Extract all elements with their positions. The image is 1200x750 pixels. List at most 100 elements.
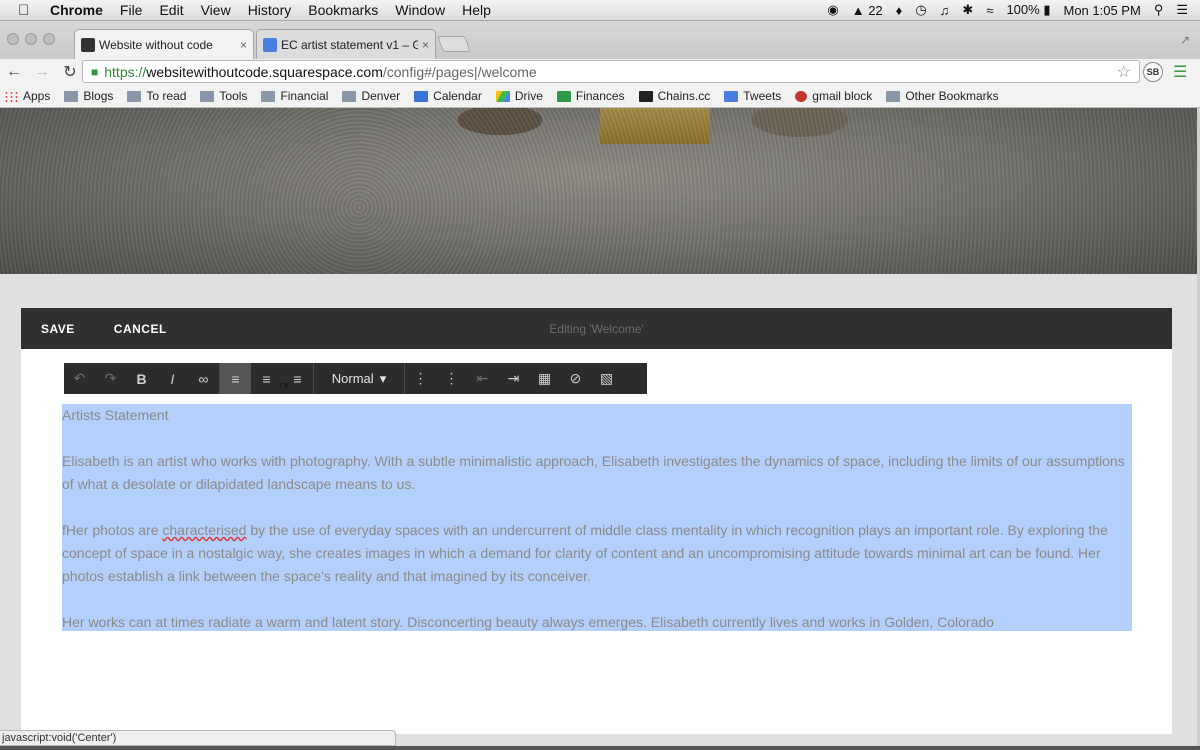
tab-close-icon[interactable]: ×	[240, 38, 247, 52]
ordered-list-icon[interactable]: ⋮	[405, 363, 436, 394]
tab-website-without-code[interactable]: Website without code ×	[74, 29, 254, 59]
menu-edit[interactable]: Edit	[159, 2, 183, 18]
bookmark-label: Finances	[575, 89, 625, 103]
bookmark-calendar[interactable]: Calendar	[414, 89, 482, 103]
notif-count: 22	[868, 2, 883, 18]
folder-icon	[64, 90, 79, 102]
address-bar[interactable]: ■ https:// websitewithoutcode.squarespac…	[82, 60, 1140, 83]
spotlight-icon[interactable]: ⚲	[1154, 2, 1164, 18]
bell-icon[interactable]: ♦	[896, 3, 903, 18]
menu-chrome[interactable]: Chrome	[50, 2, 103, 18]
browser-toolbar: ← → ↻ ■ https:// websitewithoutcode.squa…	[0, 59, 1200, 85]
battery-status[interactable]: 100% ▮	[1006, 2, 1050, 18]
tab-title: EC artist statement v1 – G	[281, 37, 418, 52]
content-title[interactable]: Artists Statement	[62, 404, 1132, 427]
indent-icon[interactable]: ⇥	[498, 363, 529, 394]
content-paragraph-2[interactable]: fHer photos are characterised by the use…	[62, 519, 1132, 588]
extension-sb-icon[interactable]: SB	[1143, 62, 1163, 82]
chrome-menu-icon[interactable]: ☰	[1173, 62, 1187, 82]
chains-icon	[638, 90, 653, 102]
save-button[interactable]: SAVE	[41, 322, 75, 336]
rich-text-content[interactable]: Artists Statement Elisabeth is an artist…	[62, 404, 1132, 657]
list-icon[interactable]: ☰	[1176, 2, 1188, 18]
bookmark-other[interactable]: Other Bookmarks	[886, 89, 999, 103]
bullet-list-icon[interactable]: ⋮	[436, 363, 467, 394]
undo-icon[interactable]: ↶	[64, 363, 95, 394]
back-icon[interactable]: ←	[0, 63, 28, 81]
tab-close-icon[interactable]: ×	[422, 38, 429, 52]
align-left-icon[interactable]: ≡	[220, 363, 251, 394]
lock-icon[interactable]: ■	[91, 65, 98, 79]
link-icon[interactable]: ∞	[188, 363, 219, 394]
url-scheme: https://	[104, 63, 147, 80]
delete-icon[interactable]: ▧	[591, 363, 622, 394]
reload-icon[interactable]: ↻	[56, 62, 84, 82]
hand-cursor-icon: ☞	[279, 378, 292, 394]
bookmark-label: Tweets	[743, 89, 782, 103]
editor-area[interactable]: ↶ ↷ B I ∞ ≡ ≡ ≡ Normal ▾ ⋮ ⋮ ⇤ ⇥ ▦ ⊘ ▧ ☞ …	[21, 349, 1172, 734]
clear-format-icon[interactable]: ⊘	[560, 363, 591, 394]
zoom-window-button[interactable]	[43, 33, 55, 45]
clock-icon[interactable]: ◷	[915, 2, 926, 18]
misspelled-word[interactable]: characterised	[162, 522, 246, 538]
block-icon	[795, 90, 808, 102]
close-window-button[interactable]	[7, 33, 19, 45]
folder-icon	[200, 90, 215, 102]
bookmark-label: Calendar	[433, 89, 482, 103]
fullscreen-icon[interactable]: ↗	[1180, 33, 1190, 47]
bookmark-drive[interactable]: Drive	[495, 89, 543, 103]
chevron-down-icon: ▾	[379, 370, 387, 386]
tab-ec-artist-statement[interactable]: EC artist statement v1 – G ×	[256, 29, 436, 59]
editing-label: Editing 'Welcome'	[549, 321, 644, 336]
minimize-window-button[interactable]	[25, 33, 37, 45]
content-paragraph-3[interactable]: Her works can at times radiate a warm an…	[62, 611, 1132, 634]
apple-icon[interactable]: 	[18, 2, 36, 19]
notif-icon[interactable]: ▲ 22	[852, 3, 883, 18]
new-tab-button[interactable]	[437, 36, 471, 52]
bookmark-denver[interactable]: Denver	[342, 89, 400, 103]
bold-icon[interactable]: B	[126, 363, 157, 394]
bookmark-finances[interactable]: Finances	[556, 89, 625, 103]
window-controls	[7, 33, 55, 45]
drive-icon	[495, 90, 510, 102]
url-host: websitewithoutcode.squarespace.com	[146, 63, 383, 80]
menu-help[interactable]: Help	[462, 2, 491, 18]
bookmark-tweets[interactable]: Tweets	[724, 89, 781, 103]
bookmark-label: Apps	[23, 89, 51, 103]
bookmark-gmail-block[interactable]: gmail block	[795, 89, 872, 103]
bookmark-blogs[interactable]: Blogs	[64, 89, 113, 103]
edit-bar: SAVE CANCEL Editing 'Welcome'	[21, 308, 1172, 349]
folder-icon	[886, 90, 901, 102]
bookmark-star-icon[interactable]: ☆	[1117, 62, 1131, 82]
style-value: Normal	[331, 371, 374, 386]
wifi-icon[interactable]: ≈	[986, 3, 993, 18]
forward-icon[interactable]: →	[28, 63, 56, 81]
paste-icon[interactable]: ▦	[529, 363, 560, 394]
outdent-icon[interactable]: ⇤	[467, 363, 498, 394]
url-path: /config#/pages|/welcome	[382, 63, 537, 80]
battery-percent: 100%	[1006, 2, 1040, 17]
volume-icon[interactable]: ♫	[940, 3, 950, 18]
record-icon[interactable]: ◉	[827, 2, 838, 18]
menubar:  Chrome File Edit View History Bookmark…	[0, 0, 1200, 21]
content-paragraph-1[interactable]: Elisabeth is an artist who works with ph…	[62, 450, 1132, 496]
calendar-icon	[414, 90, 429, 102]
menu-history[interactable]: History	[248, 2, 292, 18]
bookmark-apps[interactable]: Apps	[4, 89, 50, 103]
menu-view[interactable]: View	[201, 2, 231, 18]
menubar-status: ◉ ▲ 22 ♦ ◷ ♫ ✱ ≈ 100% ▮ Mon 1:05 PM ⚲ ☰	[827, 2, 1188, 18]
bluetooth-icon[interactable]: ✱	[962, 2, 973, 18]
italic-icon[interactable]: I	[157, 363, 188, 394]
paragraph-style-select[interactable]: Normal ▾	[314, 363, 404, 394]
redo-icon[interactable]: ↷	[95, 363, 126, 394]
align-center-icon[interactable]: ≡	[251, 363, 282, 394]
clock-text[interactable]: Mon 1:05 PM	[1063, 3, 1140, 18]
bookmark-financial[interactable]: Financial	[261, 89, 328, 103]
cancel-button[interactable]: CANCEL	[114, 322, 167, 336]
bookmark-tools[interactable]: Tools	[200, 89, 247, 103]
menu-bookmarks[interactable]: Bookmarks	[308, 2, 378, 18]
bookmark-chains[interactable]: Chains.cc	[638, 89, 710, 103]
menu-window[interactable]: Window	[395, 2, 445, 18]
menu-file[interactable]: File	[120, 2, 143, 18]
bookmark-to-read[interactable]: To read	[127, 89, 186, 103]
